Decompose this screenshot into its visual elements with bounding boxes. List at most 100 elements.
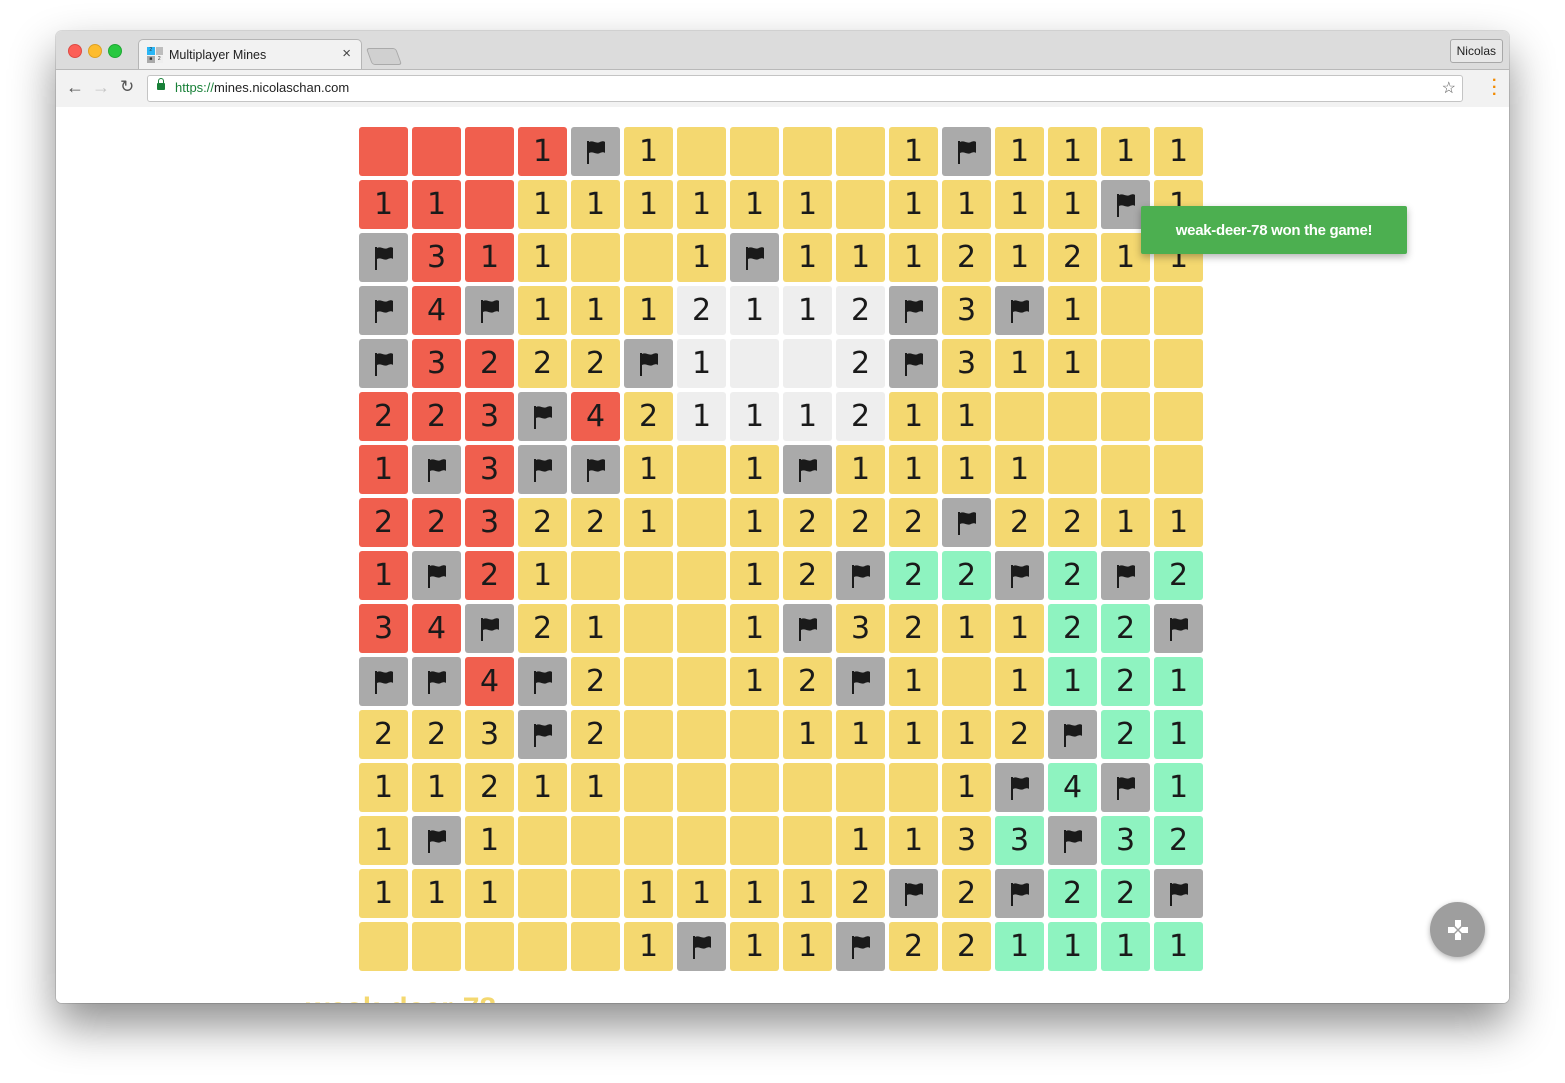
board-cell[interactable]: 1 bbox=[889, 816, 938, 865]
board-cell[interactable]: 1 bbox=[571, 763, 620, 812]
board-cell[interactable]: 1 bbox=[518, 286, 567, 335]
board-cell[interactable] bbox=[571, 922, 620, 971]
board-cell[interactable]: 2 bbox=[889, 604, 938, 653]
board-cell[interactable]: 1 bbox=[359, 180, 408, 229]
flagged-cell[interactable] bbox=[571, 127, 620, 176]
flagged-cell[interactable] bbox=[942, 127, 991, 176]
flagged-cell[interactable] bbox=[518, 710, 567, 759]
board-cell[interactable] bbox=[624, 233, 673, 282]
board-cell[interactable]: 1 bbox=[730, 286, 779, 335]
board-cell[interactable] bbox=[412, 127, 461, 176]
board-cell[interactable]: 2 bbox=[571, 339, 620, 388]
board-cell[interactable]: 2 bbox=[995, 498, 1044, 547]
board-cell[interactable]: 2 bbox=[783, 551, 832, 600]
board-cell[interactable]: 1 bbox=[571, 604, 620, 653]
board-cell[interactable]: 1 bbox=[942, 604, 991, 653]
board-cell[interactable] bbox=[836, 180, 885, 229]
board-cell[interactable]: 2 bbox=[1101, 604, 1150, 653]
gamepad-fab-button[interactable] bbox=[1430, 902, 1485, 957]
board-cell[interactable] bbox=[783, 763, 832, 812]
board-cell[interactable]: 1 bbox=[677, 233, 726, 282]
board-cell[interactable]: 1 bbox=[518, 763, 567, 812]
board-cell[interactable]: 1 bbox=[1154, 763, 1203, 812]
board-cell[interactable]: 2 bbox=[836, 498, 885, 547]
board-cell[interactable] bbox=[1154, 445, 1203, 494]
board-cell[interactable]: 1 bbox=[942, 710, 991, 759]
board-cell[interactable] bbox=[624, 763, 673, 812]
board-cell[interactable]: 2 bbox=[889, 498, 938, 547]
board-cell[interactable]: 1 bbox=[889, 445, 938, 494]
board-cell[interactable]: 1 bbox=[995, 445, 1044, 494]
flagged-cell[interactable] bbox=[465, 604, 514, 653]
window-maximize-button[interactable] bbox=[108, 44, 122, 58]
board-cell[interactable]: 3 bbox=[465, 498, 514, 547]
board-cell[interactable]: 1 bbox=[995, 180, 1044, 229]
board-cell[interactable]: 1 bbox=[465, 869, 514, 918]
board-cell[interactable]: 1 bbox=[518, 180, 567, 229]
board-cell[interactable]: 1 bbox=[677, 180, 726, 229]
board-cell[interactable]: 1 bbox=[836, 710, 885, 759]
board-cell[interactable]: 1 bbox=[730, 604, 779, 653]
board-cell[interactable] bbox=[1048, 445, 1097, 494]
board-cell[interactable]: 1 bbox=[624, 286, 673, 335]
address-bar[interactable]: https://mines.nicolaschan.com ☆ bbox=[147, 75, 1463, 102]
board-cell[interactable]: 1 bbox=[730, 551, 779, 600]
url-text[interactable]: https://mines.nicolaschan.com bbox=[175, 80, 349, 95]
flagged-cell[interactable] bbox=[359, 657, 408, 706]
board-cell[interactable] bbox=[677, 127, 726, 176]
flagged-cell[interactable] bbox=[889, 339, 938, 388]
board-cell[interactable] bbox=[1048, 392, 1097, 441]
board-cell[interactable] bbox=[1154, 286, 1203, 335]
reload-icon[interactable]: ↻ bbox=[120, 78, 134, 96]
board-cell[interactable] bbox=[571, 551, 620, 600]
flagged-cell[interactable] bbox=[677, 922, 726, 971]
board-cell[interactable]: 2 bbox=[465, 551, 514, 600]
board-cell[interactable]: 1 bbox=[359, 445, 408, 494]
board-cell[interactable]: 2 bbox=[518, 498, 567, 547]
board-cell[interactable] bbox=[730, 816, 779, 865]
board-cell[interactable]: 2 bbox=[1101, 657, 1150, 706]
board-cell[interactable]: 1 bbox=[783, 710, 832, 759]
board-cell[interactable]: 1 bbox=[1154, 922, 1203, 971]
flagged-cell[interactable] bbox=[995, 869, 1044, 918]
back-arrow-icon[interactable]: ← bbox=[66, 78, 84, 96]
board-cell[interactable]: 2 bbox=[1154, 816, 1203, 865]
board-cell[interactable]: 2 bbox=[836, 869, 885, 918]
board-cell[interactable]: 3 bbox=[359, 604, 408, 653]
board-cell[interactable]: 2 bbox=[942, 922, 991, 971]
board-cell[interactable]: 2 bbox=[783, 498, 832, 547]
board-cell[interactable] bbox=[1101, 339, 1150, 388]
browser-tab[interactable]: 2 ■ 2 Multiplayer Mines × bbox=[138, 39, 362, 70]
board-cell[interactable] bbox=[677, 551, 726, 600]
flagged-cell[interactable] bbox=[359, 339, 408, 388]
board-cell[interactable]: 1 bbox=[995, 339, 1044, 388]
board-cell[interactable] bbox=[624, 551, 673, 600]
board-cell[interactable]: 1 bbox=[836, 445, 885, 494]
board-cell[interactable]: 1 bbox=[1154, 498, 1203, 547]
board-cell[interactable]: 3 bbox=[412, 233, 461, 282]
board-cell[interactable]: 1 bbox=[730, 922, 779, 971]
flagged-cell[interactable] bbox=[836, 657, 885, 706]
board-cell[interactable]: 1 bbox=[783, 392, 832, 441]
board-cell[interactable]: 2 bbox=[1101, 710, 1150, 759]
browser-menu-icon[interactable]: · · · bbox=[1492, 73, 1497, 103]
board-cell[interactable]: 3 bbox=[465, 392, 514, 441]
board-cell[interactable] bbox=[730, 763, 779, 812]
board-cell[interactable]: 1 bbox=[783, 869, 832, 918]
board-cell[interactable]: 2 bbox=[889, 922, 938, 971]
board-cell[interactable]: 2 bbox=[624, 392, 673, 441]
board-cell[interactable]: 1 bbox=[359, 816, 408, 865]
board-cell[interactable]: 1 bbox=[1101, 922, 1150, 971]
flagged-cell[interactable] bbox=[412, 551, 461, 600]
board-cell[interactable]: 1 bbox=[1048, 657, 1097, 706]
board-cell[interactable]: 2 bbox=[1048, 551, 1097, 600]
board-cell[interactable] bbox=[730, 127, 779, 176]
board-cell[interactable] bbox=[1154, 339, 1203, 388]
flagged-cell[interactable] bbox=[518, 392, 567, 441]
flagged-cell[interactable] bbox=[783, 445, 832, 494]
board-cell[interactable] bbox=[783, 816, 832, 865]
board-cell[interactable] bbox=[677, 445, 726, 494]
board-cell[interactable]: 3 bbox=[465, 710, 514, 759]
board-cell[interactable]: 3 bbox=[836, 604, 885, 653]
board-cell[interactable] bbox=[624, 657, 673, 706]
